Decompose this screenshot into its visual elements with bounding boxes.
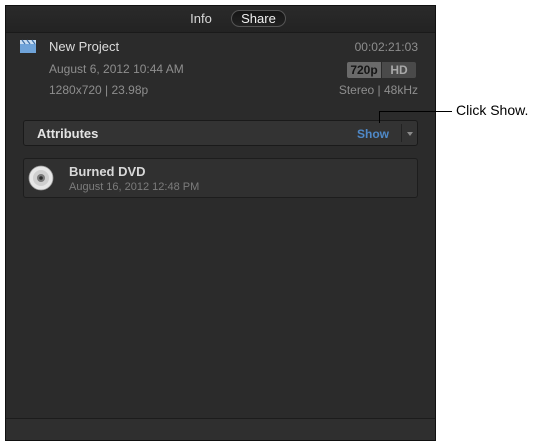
callout-leader-line	[379, 111, 452, 123]
chevron-down-icon[interactable]	[403, 124, 417, 142]
show-button[interactable]: Show	[357, 127, 389, 141]
project-format: 1280x720 | 23.98p	[49, 83, 149, 97]
project-audio: Stereo | 48kHz	[338, 83, 418, 97]
attributes-bar: Attributes Show	[23, 120, 418, 146]
project-date: August 6, 2012 10:44 AM	[49, 62, 184, 76]
inspector-footer	[6, 418, 435, 440]
inspector-panel: Info Share New Project August 6, 2012 10…	[5, 5, 436, 441]
tab-info[interactable]: Info	[171, 10, 231, 27]
quality-badge: HD	[382, 62, 416, 78]
tab-share[interactable]: Share	[231, 10, 286, 27]
project-title: New Project	[49, 39, 120, 54]
resolution-badge: 720p	[347, 62, 381, 78]
callout-text: Click Show.	[456, 102, 529, 118]
attributes-label: Attributes	[37, 126, 99, 141]
project-duration: 00:02:21:03	[354, 40, 418, 54]
inspector-tab-bar: Info Share	[6, 6, 435, 33]
dvd-disc-icon	[28, 165, 54, 191]
attributes-divider	[401, 124, 402, 142]
clapperboard-icon	[20, 39, 36, 53]
share-list-item[interactable]: Burned DVD August 16, 2012 12:48 PM	[23, 158, 418, 198]
share-item-date: August 16, 2012 12:48 PM	[69, 181, 200, 193]
share-item-title: Burned DVD	[69, 164, 146, 179]
